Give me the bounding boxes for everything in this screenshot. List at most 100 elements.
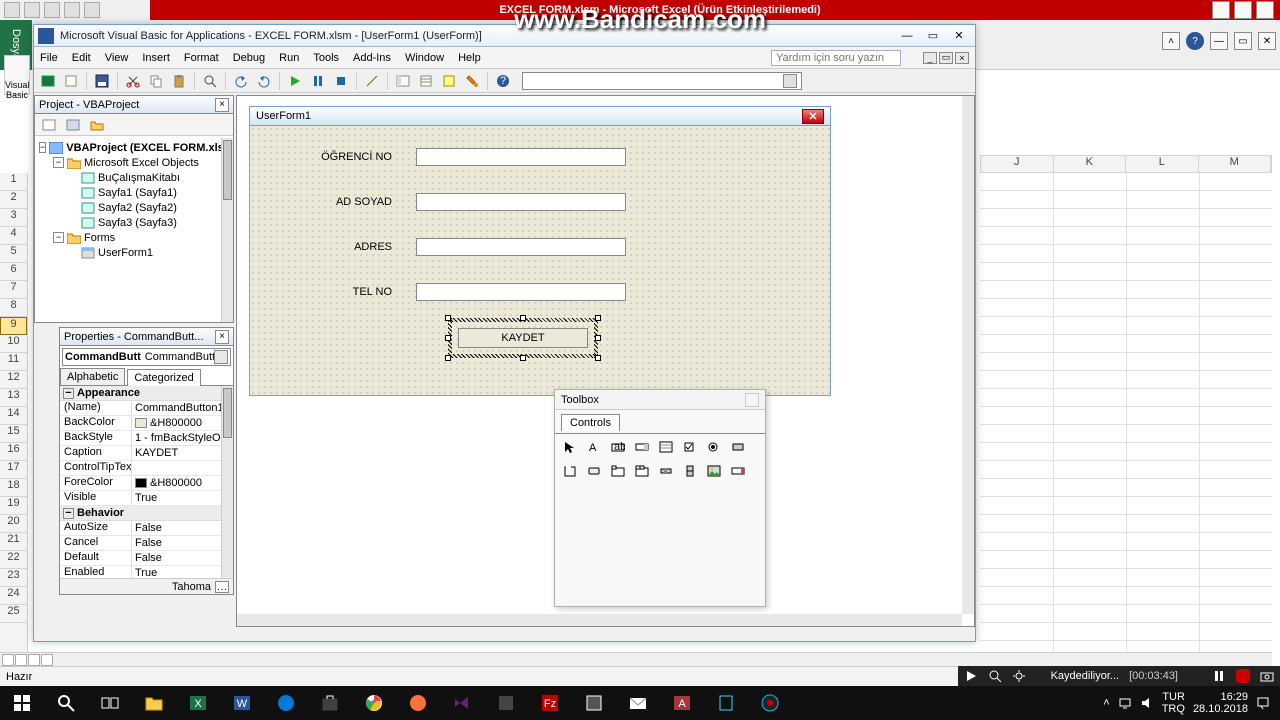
run-icon[interactable] <box>285 71 305 91</box>
edge-icon[interactable] <box>264 686 308 720</box>
resize-handle[interactable] <box>445 355 451 361</box>
row-header[interactable]: 19 <box>0 497 27 515</box>
col-header[interactable]: K <box>1054 156 1127 172</box>
mdi-restore-icon[interactable]: ▭ <box>939 52 953 64</box>
textbox-tool-icon[interactable]: ab| <box>609 438 627 456</box>
view-excel-icon[interactable] <box>38 71 58 91</box>
scrollbar-v[interactable] <box>221 138 233 322</box>
panel-close-icon[interactable]: × <box>215 330 229 344</box>
property-value[interactable]: False <box>132 536 221 550</box>
property-row[interactable]: ControlTipText <box>60 461 221 476</box>
tray-lang2[interactable]: TRQ <box>1162 703 1185 715</box>
project-root[interactable]: VBAProject (EXCEL FORM.xlsm) <box>66 142 221 154</box>
excel-scrollbar-h[interactable] <box>0 652 1272 666</box>
property-grid[interactable]: −Appearance(Name)CommandButton1BackColor… <box>60 386 221 578</box>
row-header[interactable]: 23 <box>0 569 27 587</box>
refedit-tool-icon[interactable] <box>729 462 747 480</box>
file-explorer-icon[interactable] <box>132 686 176 720</box>
toolbox-tab-controls[interactable]: Controls <box>561 414 620 431</box>
qat-more-icon[interactable] <box>84 2 100 18</box>
project-tree[interactable]: −VBAProject (EXCEL FORM.xlsm) −Microsoft… <box>35 138 221 322</box>
tray-lang1[interactable]: TUR <box>1162 691 1185 703</box>
objects-folder[interactable]: Microsoft Excel Objects <box>84 157 199 169</box>
image-tool-icon[interactable] <box>705 462 723 480</box>
checkbox-tool-icon[interactable] <box>681 438 699 456</box>
row-header[interactable]: 1 <box>0 173 27 191</box>
designer-scrollbar-v[interactable] <box>962 96 974 614</box>
textbox-control[interactable] <box>416 238 626 256</box>
bandicam-icon[interactable] <box>748 686 792 720</box>
row-header[interactable]: 18 <box>0 479 27 497</box>
property-row[interactable]: BackColor&H800000 <box>60 416 221 431</box>
word-taskbar-icon[interactable]: W <box>220 686 264 720</box>
property-row[interactable]: AutoSizeFalse <box>60 521 221 536</box>
commandbutton-tool-icon[interactable] <box>585 462 603 480</box>
chrome-icon[interactable] <box>352 686 396 720</box>
menu-addins[interactable]: Add-Ins <box>353 52 391 64</box>
row-header[interactable]: 17 <box>0 461 27 479</box>
workbook-minimize-icon[interactable]: — <box>1210 32 1228 50</box>
collapse-icon[interactable]: − <box>63 388 74 399</box>
row-header[interactable]: 22 <box>0 551 27 569</box>
help-icon[interactable]: ? <box>1186 32 1204 50</box>
tree-item[interactable]: Sayfa1 (Sayfa1) <box>98 187 177 199</box>
multipage-tool-icon[interactable] <box>633 462 651 480</box>
row-header[interactable]: 14 <box>0 407 27 425</box>
field-label[interactable]: AD SOYAD <box>306 196 396 208</box>
resize-handle[interactable] <box>595 335 601 341</box>
app-icon[interactable] <box>484 686 528 720</box>
excel-taskbar-icon[interactable]: X <box>176 686 220 720</box>
collapse-icon[interactable]: − <box>53 232 64 243</box>
menu-window[interactable]: Window <box>405 52 444 64</box>
network-icon[interactable] <box>1118 696 1132 710</box>
menu-edit[interactable]: Edit <box>72 52 91 64</box>
property-row[interactable]: CaptionKAYDET <box>60 446 221 461</box>
volume-icon[interactable] <box>1140 696 1154 710</box>
filezilla-icon[interactable]: Fz <box>528 686 572 720</box>
visual-basic-button[interactable]: Visual Basic <box>4 55 30 95</box>
sheet-nav-first-icon[interactable] <box>2 654 14 666</box>
workbook-close-icon[interactable]: ✕ <box>1258 32 1276 50</box>
bc-record-icon[interactable] <box>1236 669 1250 683</box>
undo-icon[interactable] <box>231 71 251 91</box>
listbox-tool-icon[interactable] <box>657 438 675 456</box>
designer-scrollbar-h[interactable] <box>237 614 962 626</box>
row-header[interactable]: 9 <box>0 317 27 335</box>
undo-icon[interactable] <box>44 2 60 18</box>
resize-handle[interactable] <box>595 355 601 361</box>
label-tool-icon[interactable]: A <box>585 438 603 456</box>
selected-control[interactable]: KAYDET <box>448 318 598 358</box>
object-browser-icon[interactable] <box>439 71 459 91</box>
font-dialog-button[interactable]: … <box>215 581 229 593</box>
menu-debug[interactable]: Debug <box>233 52 265 64</box>
tree-item[interactable]: Sayfa3 (Sayfa3) <box>98 217 177 229</box>
property-row[interactable]: BackStyle1 - fmBackStyleOpaque <box>60 431 221 446</box>
row-header[interactable]: 3 <box>0 209 27 227</box>
menu-format[interactable]: Format <box>184 52 219 64</box>
property-value[interactable]: False <box>132 521 221 535</box>
row-header[interactable]: 24 <box>0 587 27 605</box>
help-search-input[interactable] <box>771 50 901 66</box>
userform-titlebar[interactable]: UserForm1 ✕ <box>249 106 831 126</box>
collapse-icon[interactable]: − <box>53 157 64 168</box>
tray-date[interactable]: 28.10.2018 <box>1193 703 1248 715</box>
row-header[interactable]: 6 <box>0 263 27 281</box>
row-header[interactable]: 12 <box>0 371 27 389</box>
insert-module-icon[interactable] <box>61 71 81 91</box>
row-header[interactable]: 16 <box>0 443 27 461</box>
pointer-tool-icon[interactable] <box>561 438 579 456</box>
field-label[interactable]: TEL NO <box>306 286 396 298</box>
textbox-control[interactable] <box>416 283 626 301</box>
view-object-icon[interactable] <box>63 115 83 135</box>
app-icon[interactable] <box>704 686 748 720</box>
tray-chevron-icon[interactable]: ˄ <box>1103 697 1109 709</box>
property-value[interactable]: True <box>132 566 221 578</box>
property-row[interactable]: CancelFalse <box>60 536 221 551</box>
resize-handle[interactable] <box>445 335 451 341</box>
userform-body[interactable]: TEL NOADRESAD SOYADÖĞRENCİ NO KAYDET <box>249 126 831 396</box>
collapse-icon[interactable]: − <box>39 142 46 153</box>
property-row[interactable]: EnabledTrue <box>60 566 221 578</box>
workbook-restore-icon[interactable]: ▭ <box>1234 32 1252 50</box>
help-icon[interactable]: ? <box>493 71 513 91</box>
ribbon-minimize-icon[interactable]: ˄ <box>1162 32 1180 50</box>
